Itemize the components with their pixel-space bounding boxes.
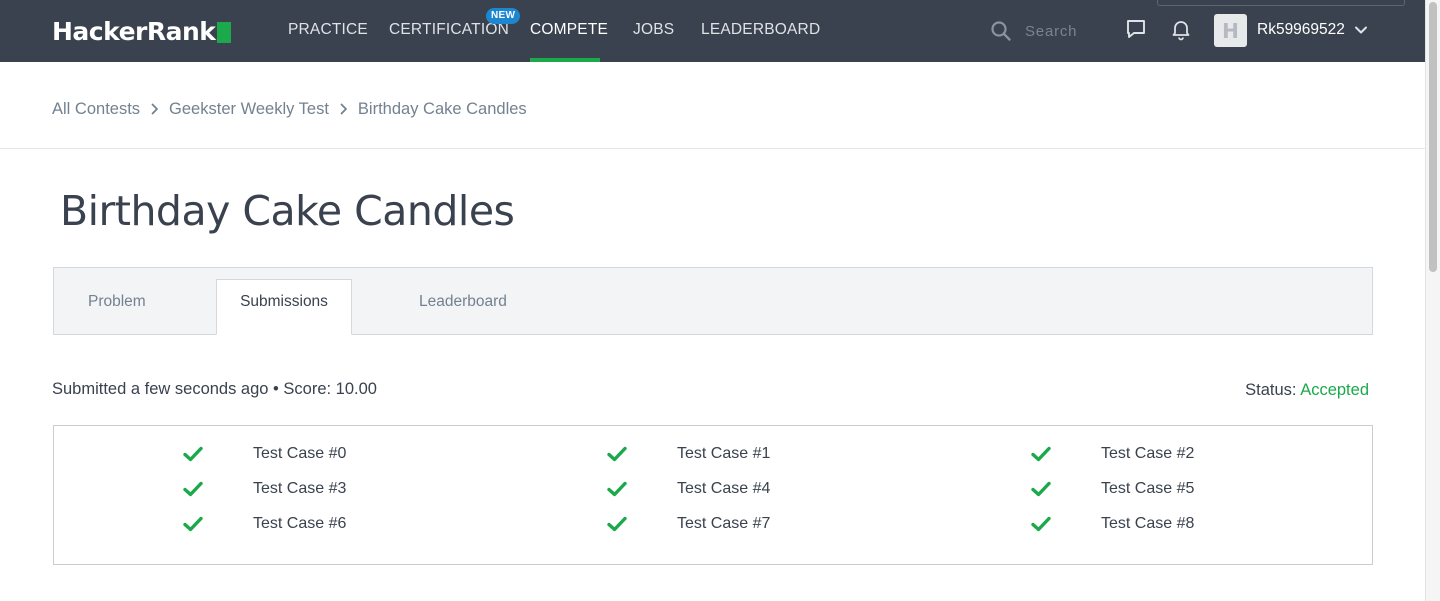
nav-leaderboard[interactable]: LEADERBOARD: [701, 0, 820, 62]
test-case-item[interactable]: Test Case #7: [607, 513, 770, 535]
breadcrumb-contest[interactable]: Geekster Weekly Test: [169, 100, 329, 119]
submission-status: Status: Accepted: [1245, 381, 1369, 400]
check-icon: [183, 444, 203, 464]
username[interactable]: Rk59969522: [1257, 0, 1345, 60]
breadcrumb-challenge: Birthday Cake Candles: [357, 99, 527, 118]
messages-button[interactable]: [1123, 18, 1149, 44]
avatar[interactable]: H: [1214, 14, 1247, 47]
test-case-label: Test Case #0: [253, 445, 347, 462]
notifications-button[interactable]: [1168, 18, 1194, 44]
breadcrumb: All Contests Geekster Weekly Test Birthd…: [52, 97, 527, 121]
tab-leaderboard[interactable]: Leaderboard: [419, 268, 507, 335]
test-case-item[interactable]: Test Case #3: [183, 478, 346, 500]
chevron-right-icon: [151, 103, 159, 115]
check-icon: [1031, 514, 1051, 534]
check-icon: [1031, 479, 1051, 499]
nav-jobs[interactable]: JOBS: [633, 0, 674, 62]
submission-summary: Submitted a few seconds ago • Score: 10.…: [52, 380, 377, 398]
nav-compete[interactable]: COMPETE: [530, 0, 608, 62]
chevron-down-icon[interactable]: [1354, 23, 1368, 37]
test-case-label: Test Case #8: [1101, 515, 1195, 532]
test-case-label: Test Case #4: [677, 480, 771, 497]
test-case-label: Test Case #3: [253, 480, 347, 497]
test-case-item[interactable]: Test Case #1: [607, 443, 770, 465]
bell-icon: [1169, 17, 1193, 46]
check-icon: [183, 479, 203, 499]
scrollbar-thumb[interactable]: [1429, 2, 1437, 272]
status-badge: Accepted: [1300, 381, 1369, 399]
page-title: Birthday Cake Candles: [60, 187, 515, 235]
check-icon: [607, 444, 627, 464]
tab-submissions[interactable]: Submissions: [216, 279, 352, 335]
tab-problem[interactable]: Problem: [88, 268, 146, 335]
check-icon: [607, 479, 627, 499]
breadcrumb-all-contests[interactable]: All Contests: [52, 100, 140, 119]
search-placeholder: Search: [1025, 22, 1078, 40]
search-input[interactable]: Search: [990, 18, 1100, 44]
logo-green-block: [217, 21, 232, 43]
status-label: Status:: [1245, 381, 1297, 399]
test-case-item[interactable]: Test Case #2: [1031, 443, 1194, 465]
search-icon: [990, 20, 1012, 42]
test-case-item[interactable]: Test Case #8: [1031, 513, 1194, 535]
logo-text: HackerRank: [52, 16, 216, 46]
breadcrumb-divider: [0, 148, 1425, 149]
challenge-tabs: Problem Submissions Leaderboard: [53, 267, 1373, 335]
chat-icon: [1124, 17, 1148, 46]
check-icon: [607, 514, 627, 534]
check-icon: [1031, 444, 1051, 464]
chevron-right-icon: [340, 103, 348, 115]
top-navbar: HackerRank PRACTICE CERTIFICATION NEW CO…: [0, 0, 1425, 62]
test-case-label: Test Case #1: [677, 445, 771, 462]
page-scrollbar[interactable]: [1425, 0, 1440, 601]
test-case-item[interactable]: Test Case #0: [183, 443, 346, 465]
check-icon: [183, 514, 203, 534]
test-case-item[interactable]: Test Case #5: [1031, 478, 1194, 500]
test-case-grid: Test Case #0 Test Case #1 Test Case #2 T…: [53, 425, 1373, 565]
test-case-label: Test Case #5: [1101, 480, 1195, 497]
new-badge: NEW: [486, 8, 521, 24]
test-case-item[interactable]: Test Case #6: [183, 513, 346, 535]
nav-practice[interactable]: PRACTICE: [288, 0, 368, 62]
avatar-letter: H: [1222, 18, 1239, 43]
hackerrank-logo[interactable]: HackerRank: [52, 15, 232, 47]
test-case-label: Test Case #6: [253, 515, 347, 532]
test-case-label: Test Case #2: [1101, 445, 1195, 462]
active-nav-indicator: [530, 58, 600, 62]
test-case-label: Test Case #7: [677, 515, 771, 532]
test-case-item[interactable]: Test Case #4: [607, 478, 770, 500]
